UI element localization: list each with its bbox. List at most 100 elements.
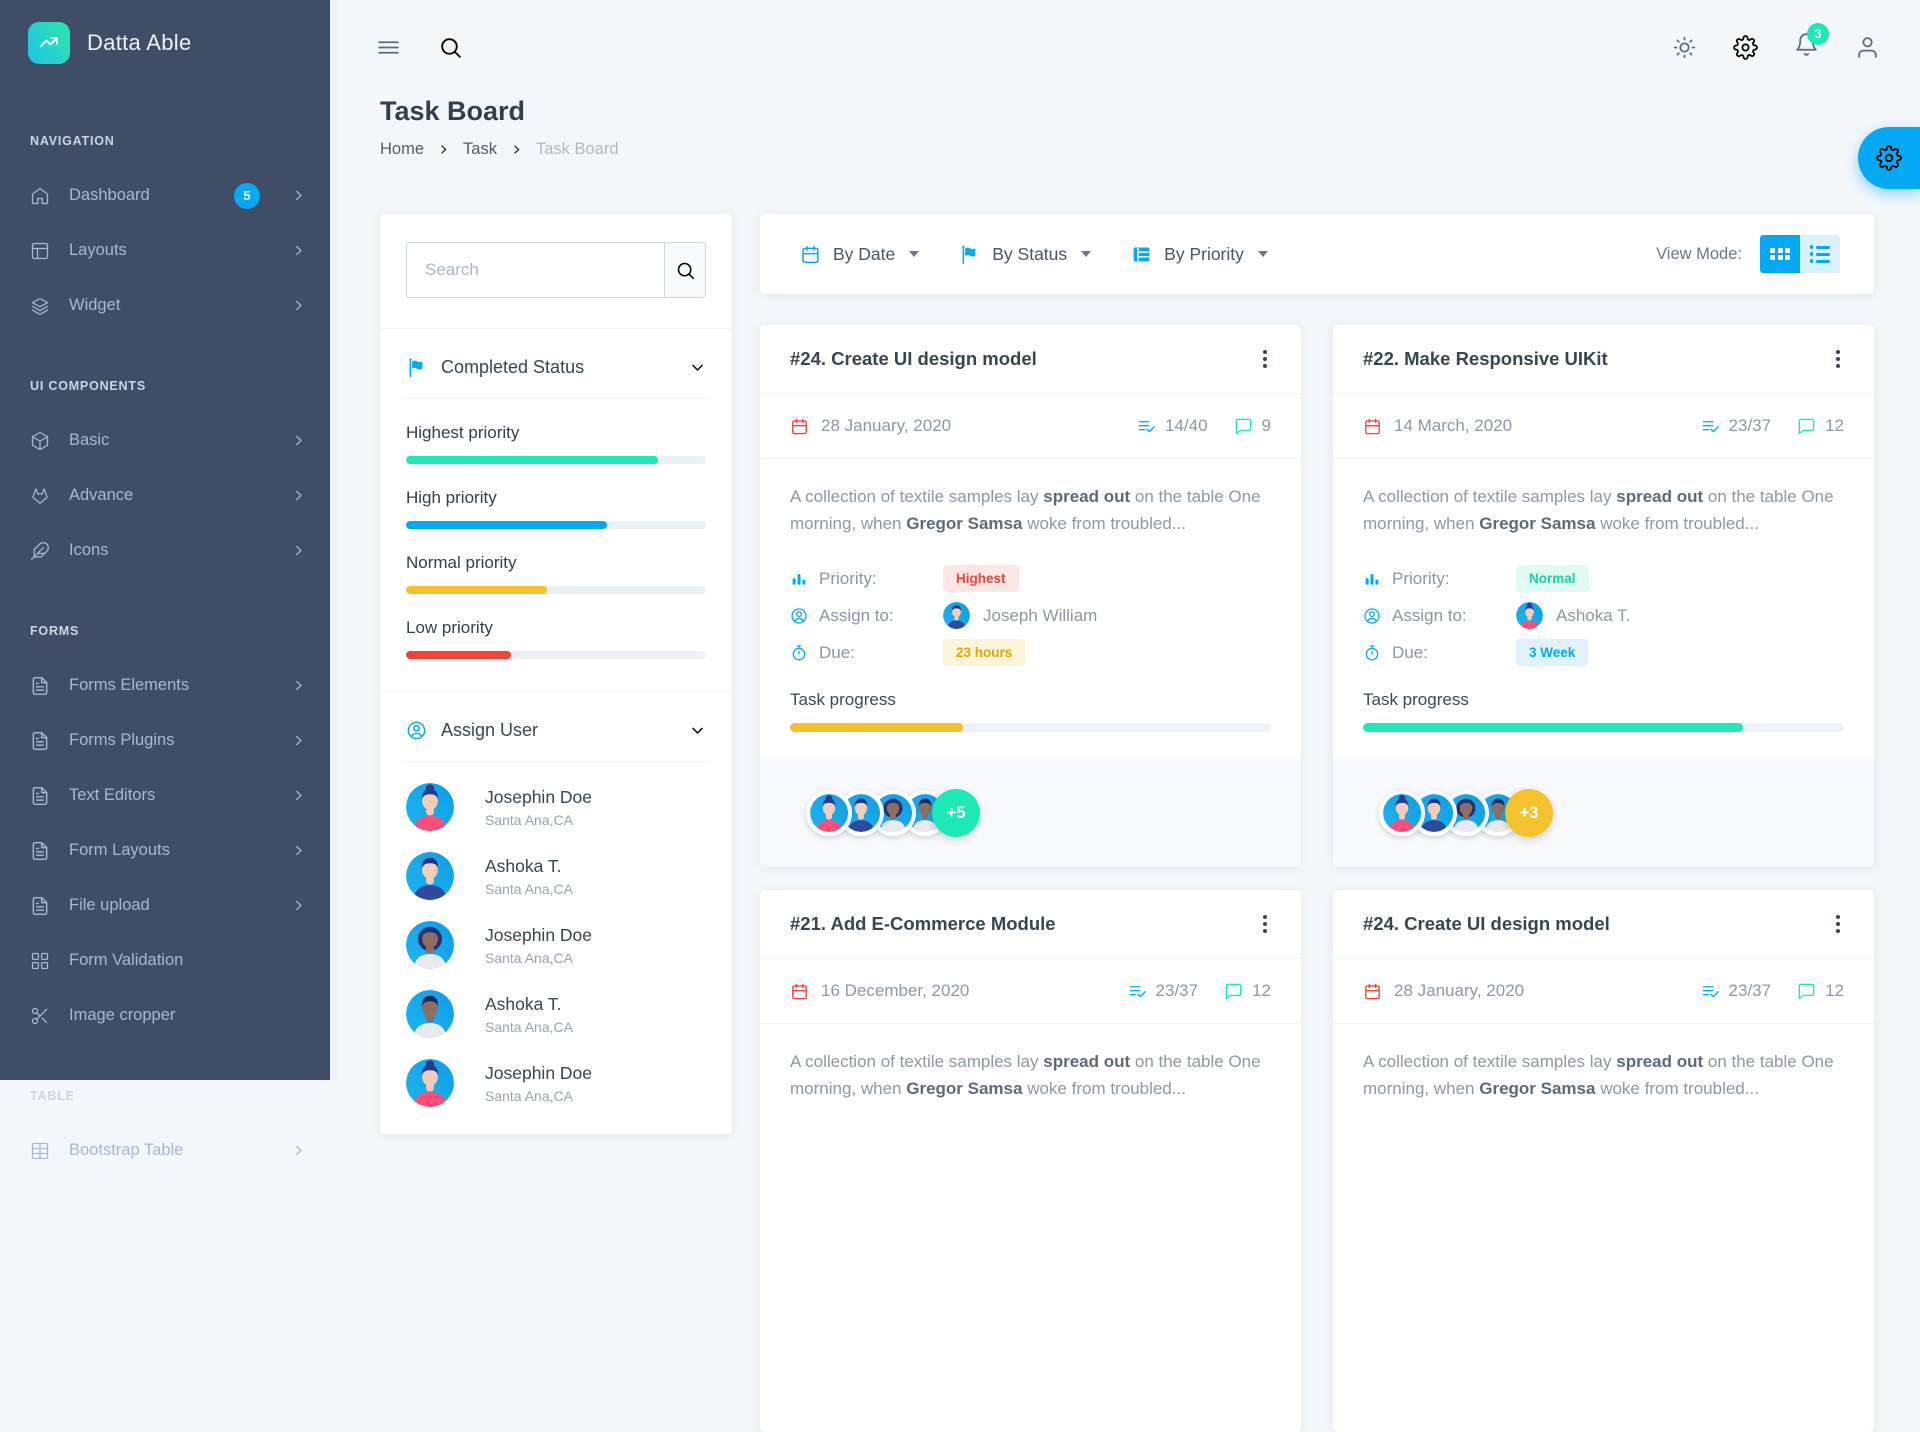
filter-by-status[interactable]: By Status bbox=[959, 244, 1091, 265]
bar-chart-icon bbox=[790, 570, 808, 588]
chevron-down-icon bbox=[689, 722, 706, 739]
file-text-icon bbox=[30, 676, 50, 696]
topbar: 3 bbox=[338, 0, 1920, 94]
assign-user-header[interactable]: Assign User bbox=[406, 716, 706, 761]
sidebar-item-basic[interactable]: Basic bbox=[0, 413, 330, 468]
board-toolbar: By Date By Status By Priority View Mode: bbox=[760, 214, 1874, 294]
completed-status-header[interactable]: Completed Status bbox=[406, 353, 706, 398]
file-text-icon bbox=[30, 731, 50, 751]
task-title: #22. Make Responsive UIKit bbox=[1363, 348, 1608, 370]
sidebar-item-image-cropper[interactable]: Image cropper bbox=[0, 988, 330, 1043]
card-footer: +3 bbox=[1333, 759, 1874, 867]
chevron-right-icon bbox=[437, 143, 450, 156]
search-icon bbox=[675, 260, 696, 281]
avatar bbox=[406, 1059, 454, 1107]
kebab-menu-icon[interactable] bbox=[1259, 909, 1271, 939]
sidebar-item-forms-plugins[interactable]: Forms Plugins bbox=[0, 713, 330, 768]
chevron-right-icon bbox=[291, 243, 306, 258]
sidebar-item-bootstrap-table[interactable]: Bootstrap Table bbox=[0, 1123, 330, 1178]
avatar bbox=[1516, 602, 1543, 629]
priority-row: Priority: Highest bbox=[790, 560, 1271, 597]
kebab-menu-icon[interactable] bbox=[1259, 344, 1271, 374]
progress-fill bbox=[406, 456, 658, 464]
more-members-badge[interactable]: +5 bbox=[932, 789, 980, 837]
sidebar-item-icons[interactable]: Icons bbox=[0, 523, 330, 578]
sidebar-item-file-upload[interactable]: File upload bbox=[0, 878, 330, 933]
avatar bbox=[943, 602, 970, 629]
brightness-icon[interactable] bbox=[1672, 35, 1697, 60]
chevron-down-icon bbox=[689, 359, 706, 376]
grid-view-button[interactable] bbox=[1760, 235, 1800, 273]
avatar bbox=[1379, 790, 1425, 836]
progress-track bbox=[406, 521, 706, 529]
user-list-item[interactable]: Ashoka T. Santa Ana,CA bbox=[406, 852, 706, 900]
feather-icon bbox=[30, 541, 50, 561]
app-logo[interactable]: Datta Able bbox=[0, 0, 330, 86]
filter-by-priority[interactable]: By Priority bbox=[1131, 244, 1268, 265]
search-input[interactable] bbox=[406, 242, 664, 298]
comment-count: 12 bbox=[1252, 981, 1271, 1001]
breadcrumb-task[interactable]: Task bbox=[463, 140, 497, 159]
trending-up-icon bbox=[28, 22, 70, 64]
checklist-icon bbox=[1701, 417, 1720, 436]
view-mode-toggle bbox=[1760, 235, 1840, 273]
checklist-icon bbox=[1137, 417, 1156, 436]
sidebar-scrollbar[interactable] bbox=[330, 0, 338, 1080]
search-button[interactable] bbox=[664, 242, 706, 298]
sidebar-item-text-editors[interactable]: Text Editors bbox=[0, 768, 330, 823]
user-list-item[interactable]: Josephin Doe Santa Ana,CA bbox=[406, 1059, 706, 1107]
nav-section-label: NAVIGATION bbox=[30, 110, 300, 148]
filter-by-date[interactable]: By Date bbox=[800, 244, 919, 265]
sidebar-item-form-layouts[interactable]: Form Layouts bbox=[0, 823, 330, 878]
task-count: 23/37 bbox=[1156, 981, 1199, 1001]
hamburger-menu-icon[interactable] bbox=[376, 35, 401, 60]
kebab-menu-icon[interactable] bbox=[1832, 909, 1844, 939]
notifications-button[interactable]: 3 bbox=[1794, 32, 1819, 62]
more-members-badge[interactable]: +3 bbox=[1505, 789, 1553, 837]
list-view-icon bbox=[1810, 245, 1831, 263]
chevron-right-icon bbox=[291, 678, 306, 693]
sidebar-item-form-validation[interactable]: Form Validation bbox=[0, 933, 330, 988]
comment-count: 9 bbox=[1262, 416, 1271, 436]
chevron-right-icon bbox=[291, 488, 306, 503]
settings-gear-icon[interactable] bbox=[1733, 35, 1758, 60]
task-title: #24. Create UI design model bbox=[790, 348, 1037, 370]
user-list-item[interactable]: Josephin Doe Santa Ana,CA bbox=[406, 783, 706, 831]
breadcrumb-home[interactable]: Home bbox=[380, 140, 424, 159]
kebab-menu-icon[interactable] bbox=[1832, 344, 1844, 374]
chevron-right-icon bbox=[291, 1143, 306, 1158]
priority-filter-highest: Highest priority bbox=[406, 423, 706, 464]
user-list-item[interactable]: Ashoka T. Santa Ana,CA bbox=[406, 990, 706, 1038]
config-fab-button[interactable] bbox=[1858, 127, 1920, 189]
task-description: A collection of textile samples lay spre… bbox=[790, 484, 1271, 537]
stopwatch-icon bbox=[1363, 644, 1381, 662]
avatar bbox=[406, 852, 454, 900]
app-title: Datta Able bbox=[87, 30, 192, 56]
sidebar-item-layouts[interactable]: Layouts bbox=[0, 223, 330, 278]
sidebar-item-forms-elements[interactable]: Forms Elements bbox=[0, 658, 330, 713]
list-view-button[interactable] bbox=[1800, 235, 1840, 273]
priority-filter-low: Low priority bbox=[406, 618, 706, 659]
task-count: 14/40 bbox=[1165, 416, 1208, 436]
user-circle-icon bbox=[1363, 607, 1381, 625]
priority-badge: Normal bbox=[1516, 565, 1589, 592]
page-title: Task Board bbox=[380, 96, 619, 127]
assignee-name: Ashoka T. bbox=[1556, 606, 1630, 626]
breadcrumb-current: Task Board bbox=[536, 140, 619, 159]
task-card: #24. Create UI design model 28 January, … bbox=[1333, 890, 1874, 1432]
gear-icon bbox=[1876, 145, 1902, 171]
task-description: A collection of textile samples lay spre… bbox=[1363, 484, 1844, 537]
calendar-icon bbox=[1363, 417, 1382, 436]
progress-track bbox=[1363, 723, 1844, 732]
sidebar-item-advance[interactable]: Advance bbox=[0, 468, 330, 523]
chevron-right-icon bbox=[291, 433, 306, 448]
checklist-icon bbox=[1701, 982, 1720, 1001]
user-list-item[interactable]: Josephin Doe Santa Ana,CA bbox=[406, 921, 706, 969]
sidebar-item-dashboard[interactable]: Dashboard 5 bbox=[0, 168, 330, 223]
user-profile-icon[interactable] bbox=[1855, 35, 1880, 60]
sidebar-item-widget[interactable]: Widget bbox=[0, 278, 330, 333]
nav-section-label: UI COMPONENTS bbox=[30, 357, 300, 393]
task-card: #24. Create UI design model 28 January, … bbox=[760, 325, 1301, 867]
progress-fill bbox=[406, 521, 607, 529]
search-icon[interactable] bbox=[438, 35, 463, 60]
